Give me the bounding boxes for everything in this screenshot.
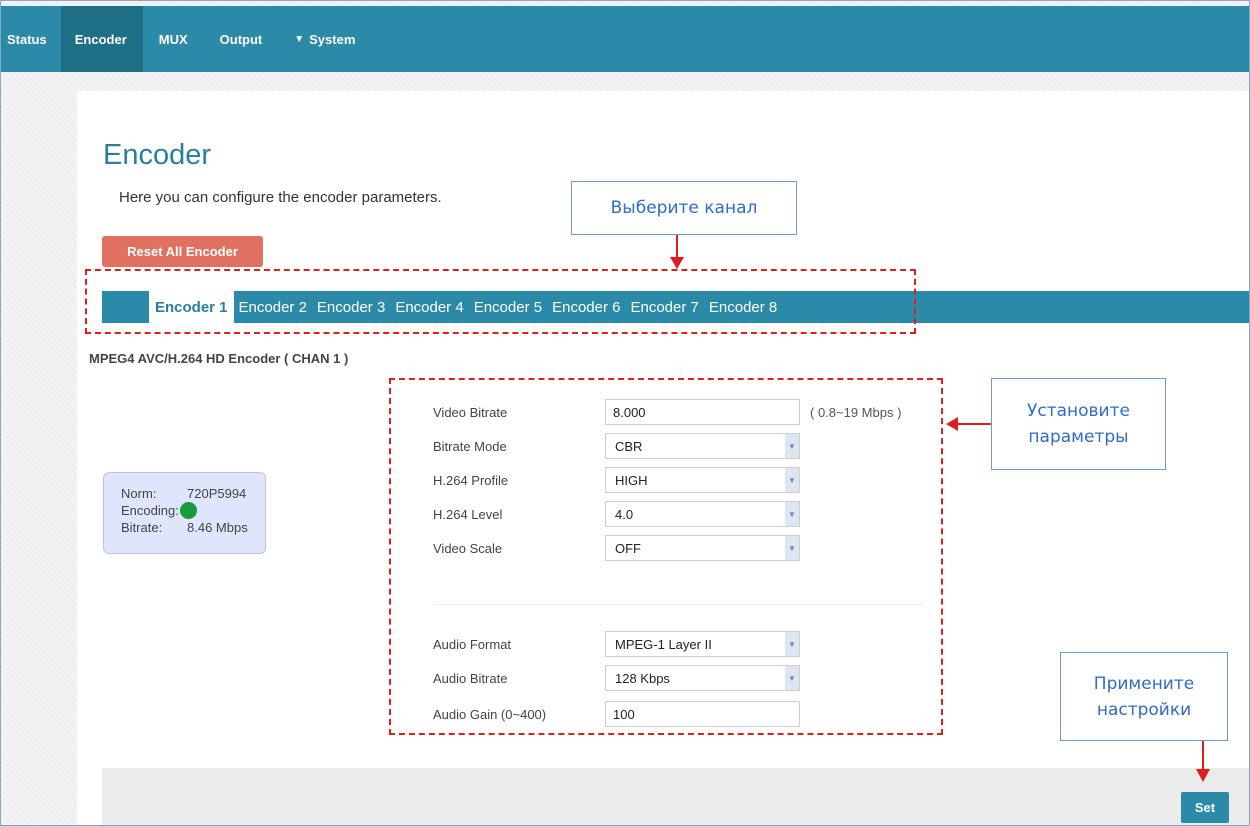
arrow-to-set-head: [1196, 769, 1210, 782]
annotation-arrows: [670, 235, 1210, 782]
browser-frame: Status Encoder MUX Output ▼ System Encod…: [0, 0, 1250, 826]
arrow-to-params-head: [946, 417, 958, 431]
arrow-to-tabs-head: [670, 257, 684, 269]
